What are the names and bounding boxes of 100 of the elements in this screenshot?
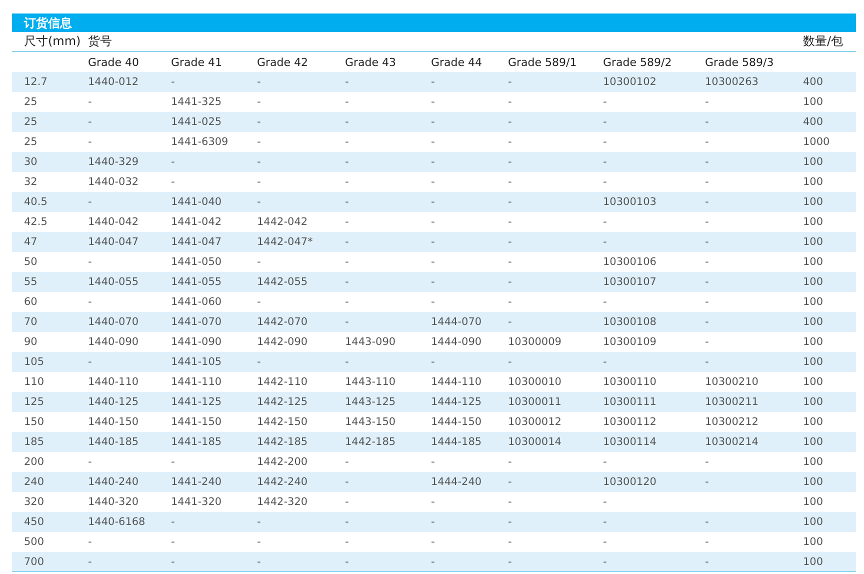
table-cell-text: - [602,236,608,248]
table-cell-text: 1441-240 [170,476,223,488]
table-cell-text: 10300106 [602,256,658,268]
table-cell-text: - [507,96,513,108]
table-cell-text: - [704,276,710,288]
table-cell-text: 10300112 [602,416,658,428]
table-cell-text: 400 [802,116,824,128]
table-cell-text: - [430,96,436,108]
table-cell-text: - [704,156,710,168]
table-cell-text: 10300103 [602,196,658,208]
column-header: Grade 43 [344,56,398,68]
table-cell-text: 1440-110 [87,376,140,388]
column-header: Grade 589/3 [704,56,775,68]
table-cell-text: - [170,176,176,188]
table-cell-text: 1441-055 [170,276,223,288]
table-cell-text: - [704,176,710,188]
table-cell-text: - [507,316,513,328]
table-cell-text: - [344,316,350,328]
table-cell-text: - [704,136,710,148]
table-cell-text: - [170,76,176,88]
table-cell-text: 1440-240 [87,476,140,488]
table-cell-text: 60 [23,296,38,308]
table-cell-text: - [704,236,710,248]
table-cell-text: 1441-320 [170,496,223,508]
table-cell-text: - [507,276,513,288]
column-header: 数量/包 [802,33,844,50]
table-cell-text: 10300108 [602,316,658,328]
table-cell-text: 50 [23,256,38,268]
table-cell-text: - [344,456,350,468]
table-cell-text: - [344,556,350,568]
table-cell-text: 100 [802,256,824,268]
table-cell-text: 100 [802,456,824,468]
table-cell-text: 1440-055 [87,276,140,288]
table-cell-text: - [704,536,710,548]
table-cell-text: - [344,176,350,188]
table-cell-text: - [256,156,262,168]
table-cell-text: - [430,296,436,308]
table-cell-text: - [344,116,350,128]
table-cell-text: - [256,116,262,128]
table-cell-text: 450 [23,516,46,528]
table-cell-text: - [87,136,93,148]
table-cell-text: 1442-185 [256,436,309,448]
table-cell-text: - [344,96,350,108]
table-cell-text: - [256,136,262,148]
table-cell-text: 25 [23,136,38,148]
table-cell-text: - [87,356,93,368]
table-cell-text: - [602,456,608,468]
table-cell-text: - [704,216,710,228]
table-cell-text: 100 [802,196,824,208]
table-cell-text: - [430,536,436,548]
table-cell-text: 1441-090 [170,336,223,348]
table-cell-text: 1440-070 [87,316,140,328]
table-cell-text: - [430,176,436,188]
table-cell-text: - [430,276,436,288]
table-cell-text: - [256,96,262,108]
table-cell-text: 100 [802,276,824,288]
table-cell-text: 1441-105 [170,356,223,368]
table-cell-text: 100 [802,556,824,568]
table-cell-text: 1441-150 [170,416,223,428]
table-cell-text: 1440-090 [87,336,140,348]
table-cell-text: 500 [23,536,46,548]
section-title: 订货信息 [12,13,856,32]
table-cell-text: 1442-125 [256,396,309,408]
table-cell-text: - [170,516,176,528]
table-cell-text: - [507,76,513,88]
table-cell-text: - [344,276,350,288]
table-cell-text: 40.5 [23,196,48,208]
table-cell-text: - [256,356,262,368]
column-header: Grade 589/1 [507,56,578,68]
table-cell-text: 1441-185 [170,436,223,448]
table-cell-text: 90 [23,336,38,348]
table-cell-text: - [704,516,710,528]
table-cell-text: - [602,136,608,148]
table-cell-text: 10300114 [602,436,658,448]
table-cell-text: 10300211 [704,396,760,408]
table-cell-text: 1441-060 [170,296,223,308]
column-header: Grade 40 [87,56,140,68]
table-cell-text: - [507,196,513,208]
table-cell-text: - [507,236,513,248]
table-cell-text: - [704,196,710,208]
table-cell-text: 1440-125 [87,396,140,408]
table-cell-text: - [602,156,608,168]
table-cell-text: 1443-125 [344,396,397,408]
table-cell-text: - [344,356,350,368]
table-cell-text: 1442-055 [256,276,309,288]
table-cell-text: 1443-110 [344,376,397,388]
table-cell-text: - [344,216,350,228]
table-cell-text: 185 [23,436,46,448]
table-cell-text: 1442-042 [256,216,309,228]
table-cell-text: 100 [802,316,824,328]
table-cell-text: - [507,556,513,568]
table-cell-text: - [256,296,262,308]
table-cell-text: - [170,536,176,548]
table-cell-text: 1443-090 [344,336,397,348]
table-cell-text: - [430,356,436,368]
table-cell-text: 1444-125 [430,396,483,408]
table-cell-text: 100 [802,336,824,348]
column-header: Grade 42 [256,56,310,68]
table-cell-text: 1444-070 [430,316,483,328]
table-cell-text: 100 [802,176,824,188]
